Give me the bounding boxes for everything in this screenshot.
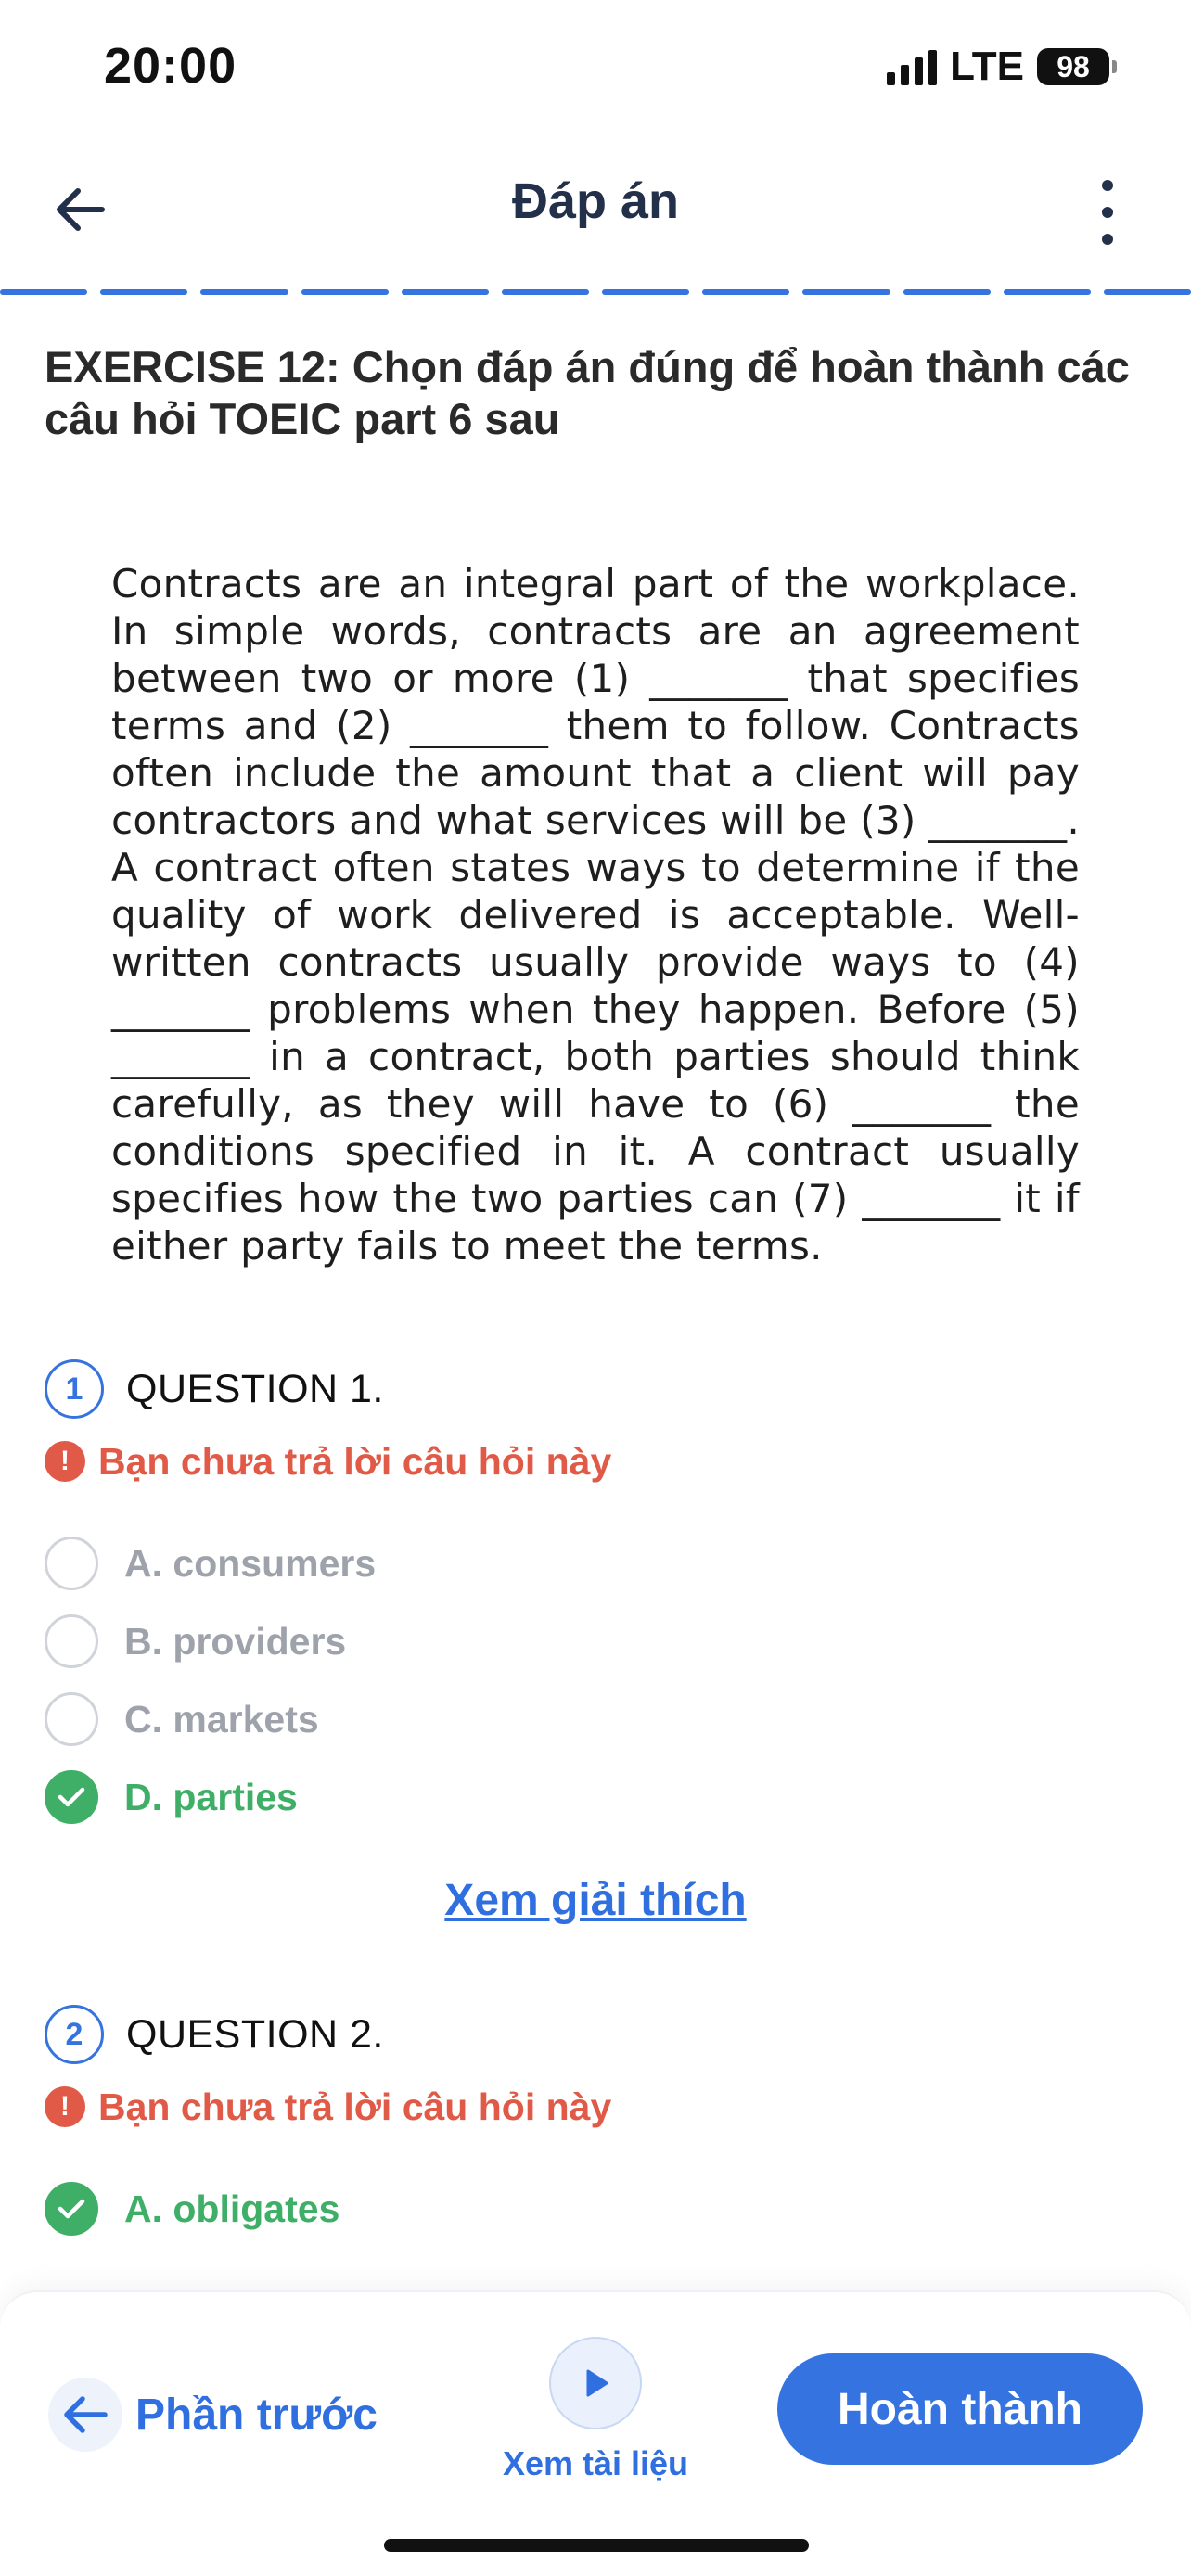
check-circle-icon [45,2182,98,2236]
progress-segment [100,289,188,295]
unanswered-warning: ! Bạn chưa trả lời câu hỏi này [45,1432,1139,1491]
status-bar: 20:00 LTE 98 [0,0,1191,130]
option-a[interactable]: A. consumers [45,1524,1139,1602]
question-1: 1 QUESTION 1. ! Bạn chưa trả lời câu hỏi… [45,1356,1139,1836]
progress-segment [903,289,991,295]
answer-options: A. obligates [45,2170,1139,2248]
alert-icon: ! [45,2086,85,2127]
progress-segment [501,289,590,295]
warning-text: Bạn chưa trả lời câu hỏi này [98,2085,612,2128]
signal-icon [887,48,938,85]
arrow-left-icon [48,2378,122,2452]
check-circle-icon [45,1770,98,1824]
alert-icon: ! [45,1441,85,1482]
radio-empty-icon [45,1692,98,1746]
exercise-title: EXERCISE 12: Chọn đáp án đúng để hoàn th… [45,342,1130,443]
app-screen: 20:00 LTE 98 Đáp án EXERCISE 12: Chọn đá… [0,0,1191,2576]
battery-level: 98 [1057,49,1090,83]
progress-segment [0,289,88,295]
bottom-action-bar: Phần trước Xem tài liệu Hoàn thành [0,2290,1191,2576]
battery-icon: 98 [1037,48,1117,85]
page-title: Đáp án [511,173,680,229]
option-text: A. consumers [124,1541,377,1585]
status-time: 20:00 [104,38,237,94]
question-number-badge: 1 [45,1359,104,1419]
option-text: D. parties [124,1775,298,1818]
question-2: 2 QUESTION 2. ! Bạn chưa trả lời câu hỏi… [45,2001,1139,2248]
option-a[interactable]: A. obligates [45,2170,1139,2248]
radio-empty-icon [45,1614,98,1668]
answer-options: A. consumers B. providers C. markets D. … [45,1524,1139,1836]
reading-passage: Contracts are an integral part of the wo… [111,561,1080,1269]
question-label: QUESTION 2. [126,2011,384,2057]
play-icon [549,2337,642,2429]
option-b[interactable]: B. providers [45,1602,1139,1680]
more-vertical-icon [1102,180,1113,191]
question-header: 2 QUESTION 2. [45,2001,1139,2068]
progress-segment [301,289,389,295]
view-document-label: Xem tài liệu [502,2444,689,2482]
progress-segment [702,289,790,295]
option-text: A. obligates [124,2187,340,2230]
previous-section-button[interactable]: Phần trước [48,2370,378,2459]
option-d[interactable]: D. parties [45,1758,1139,1836]
progress-segment [802,289,890,295]
unanswered-warning: ! Bạn chưa trả lời câu hỏi này [45,2077,1139,2136]
option-c[interactable]: C. markets [45,1680,1139,1758]
question-header: 1 QUESTION 1. [45,1356,1139,1422]
option-text: B. providers [124,1619,347,1663]
progress-segment [1003,289,1091,295]
view-explanation-link[interactable]: Xem giải thích [0,1875,1191,1926]
progress-segment [602,289,690,295]
warning-text: Bạn chưa trả lời câu hỏi này [98,1439,612,1483]
question-progress-bar [0,289,1191,295]
status-indicators: LTE 98 [887,44,1117,89]
question-number-badge: 2 [45,2005,104,2064]
app-header: Đáp án [0,148,1191,269]
more-options-button[interactable] [1089,180,1126,245]
option-text: C. markets [124,1697,319,1741]
progress-segment [200,289,288,295]
radio-empty-icon [45,1537,98,1590]
view-document-button[interactable]: Xem tài liệu [482,2337,709,2483]
progress-segment [401,289,489,295]
finish-button[interactable]: Hoàn thành [777,2353,1143,2465]
home-indicator [384,2539,809,2552]
progress-segment [1103,289,1191,295]
question-label: QUESTION 1. [126,1366,384,1411]
previous-section-label: Phần trước [135,2390,378,2440]
network-label: LTE [950,44,1024,89]
